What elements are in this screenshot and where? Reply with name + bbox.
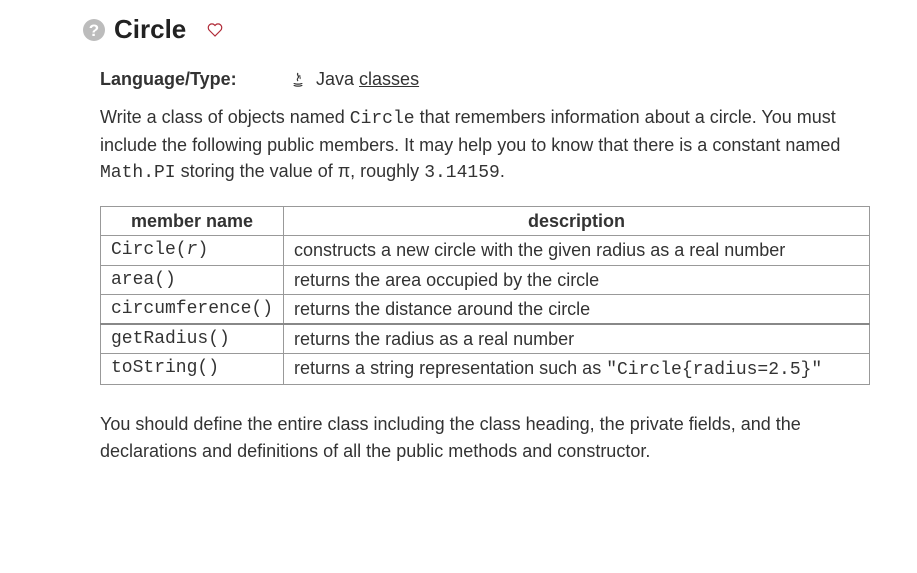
table-row: Circle(r)constructs a new circle with th… xyxy=(101,236,870,265)
member-desc-cell: returns the area occupied by the circle xyxy=(284,265,870,294)
member-desc-cell: returns a string representation such as … xyxy=(284,354,870,385)
intro-code-circle: Circle xyxy=(350,109,415,129)
member-name-cell: Circle(r) xyxy=(101,236,284,265)
table-header-row: member name description xyxy=(101,207,870,236)
intro-text: Write a class of objects named xyxy=(100,107,350,127)
intro-code-mathpi: Math.PI xyxy=(100,163,176,183)
col-header-name: member name xyxy=(101,207,284,236)
member-desc-cell: returns the distance around the circle xyxy=(284,294,870,324)
classes-link[interactable]: classes xyxy=(359,69,419,90)
member-desc-cell: returns the radius as a real number xyxy=(284,324,870,354)
page-title: Circle xyxy=(114,14,186,45)
heart-outline-icon[interactable] xyxy=(206,21,224,39)
language-name: Java xyxy=(316,69,354,90)
outro-paragraph: You should define the entire class inclu… xyxy=(100,411,859,463)
language-type-label: Language/Type: xyxy=(100,69,290,90)
intro-paragraph: Write a class of objects named Circle th… xyxy=(100,104,859,186)
table-row: area()returns the area occupied by the c… xyxy=(101,265,870,294)
member-name-cell: getRadius() xyxy=(101,324,284,354)
table-row: circumference()returns the distance arou… xyxy=(101,294,870,324)
intro-text: . xyxy=(500,161,505,181)
svg-text:?: ? xyxy=(89,21,99,40)
intro-code-pi-value: 3.14159 xyxy=(424,163,500,183)
table-row: getRadius()returns the radius as a real … xyxy=(101,324,870,354)
title-row: ? Circle xyxy=(82,14,877,45)
members-table: member name description Circle(r)constru… xyxy=(100,206,870,385)
language-type-row: Language/Type: Java classes xyxy=(100,69,859,90)
member-name-cell: circumference() xyxy=(101,294,284,324)
java-icon xyxy=(290,72,306,88)
member-name-cell: area() xyxy=(101,265,284,294)
table-row: toString()returns a string representatio… xyxy=(101,354,870,385)
intro-text: storing the value of π, roughly xyxy=(176,161,425,181)
member-name-cell: toString() xyxy=(101,354,284,385)
help-circle-icon: ? xyxy=(82,18,106,42)
member-desc-cell: constructs a new circle with the given r… xyxy=(284,236,870,265)
col-header-desc: description xyxy=(284,207,870,236)
